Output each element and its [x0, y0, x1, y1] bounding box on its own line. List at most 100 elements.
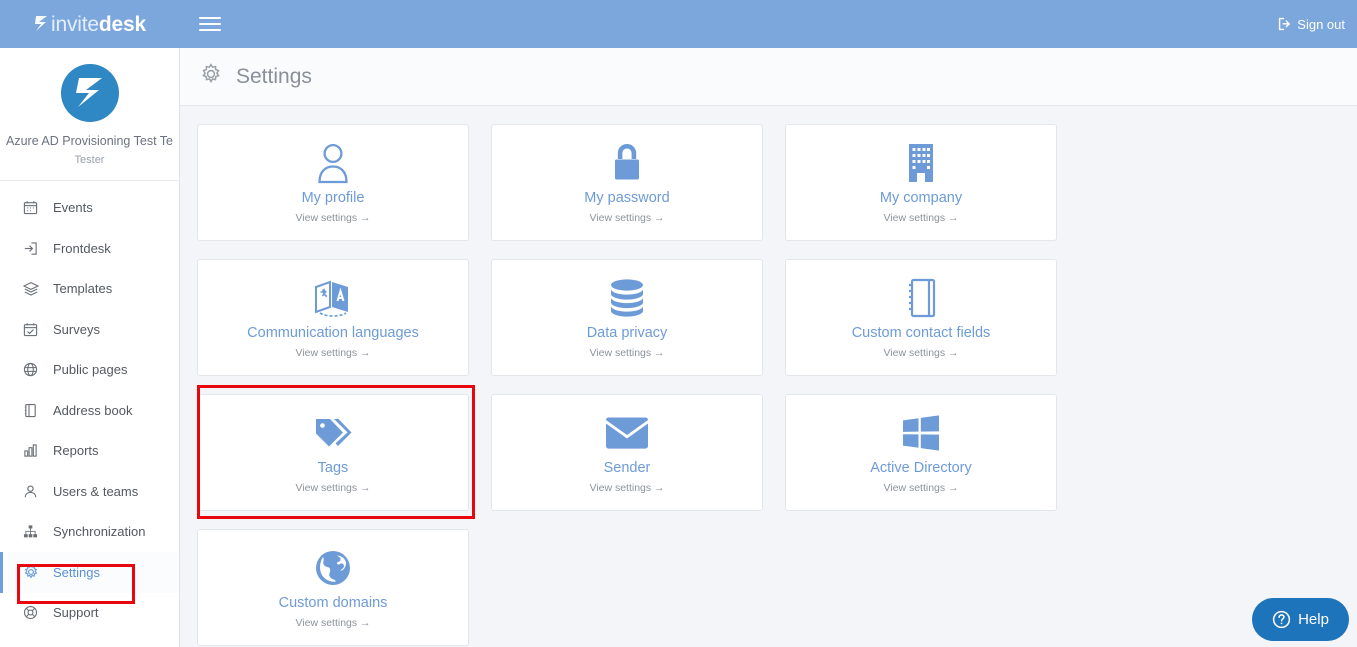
settings-card-subtitle: View settings → [883, 481, 959, 494]
sidebar-nav: Events Frontdesk Templates Surveys Publi… [0, 181, 179, 634]
brand-wordmark-bold: desk [98, 12, 146, 36]
settings-card-tags[interactable]: Tags View settings → [197, 394, 469, 511]
question-circle-icon [1272, 610, 1291, 629]
help-button-label: Help [1298, 611, 1329, 628]
settings-card-subtitle: View settings → [295, 211, 371, 224]
sidebar-item-reports[interactable]: Reports [0, 431, 179, 472]
windows-logo-icon [901, 411, 941, 455]
settings-card-subtitle: View settings → [295, 616, 371, 629]
settings-card-subtitle: View settings → [295, 346, 371, 359]
settings-card-title: Custom domains [278, 595, 388, 612]
sidebar-item-users-teams[interactable]: Users & teams [0, 471, 179, 512]
help-button[interactable]: Help [1252, 598, 1349, 641]
settings-card-title: Communication languages [247, 325, 419, 342]
avatar [60, 64, 119, 122]
sidebar-item-public-pages[interactable]: Public pages [0, 350, 179, 391]
sidebar-item-label: Frontdesk [53, 240, 111, 256]
settings-card-title: Data privacy [586, 325, 668, 342]
sidebar-item-templates[interactable]: Templates [0, 269, 179, 310]
settings-card-title: Custom contact fields [851, 325, 991, 342]
frontdesk-login-icon [22, 240, 39, 257]
settings-card-grid: My profile View settings → My password V… [180, 106, 1357, 646]
users-icon [22, 483, 39, 500]
tags-icon [312, 411, 354, 455]
settings-card-subtitle: View settings → [883, 346, 959, 359]
gear-icon [22, 564, 39, 581]
sidebar-item-label: Settings [53, 564, 100, 580]
calendar-events-icon [22, 199, 39, 216]
sidebar-item-label: Users & teams [53, 483, 139, 499]
sidebar-item-label: Events [53, 200, 93, 216]
settings-card-my-profile[interactable]: My profile View settings → [197, 124, 469, 241]
settings-card-subtitle: View settings → [589, 346, 665, 359]
invitedesk-avatar-icon [75, 78, 102, 107]
address-book-icon [22, 402, 39, 419]
invitedesk-logo-icon [35, 15, 48, 31]
sidebar-item-label: Templates [53, 281, 113, 297]
settings-card-subtitle: View settings → [589, 211, 665, 224]
sidebar-item-label: Address book [53, 402, 133, 418]
settings-card-data-privacy[interactable]: Data privacy View settings → [491, 259, 763, 376]
sidebar-item-label: Public pages [53, 362, 128, 378]
sign-out-button[interactable]: Sign out [1278, 0, 1345, 48]
team-name: Azure AD Provisioning Test Team [6, 134, 173, 148]
life-ring-icon [22, 604, 39, 621]
settings-card-custom-contact-fields[interactable]: Custom contact fields View settings → [785, 259, 1057, 376]
sidebar-item-support[interactable]: Support [0, 593, 179, 634]
settings-card-custom-domains[interactable]: Custom domains View settings → [197, 529, 469, 646]
sidebar-item-address-book[interactable]: Address book [0, 390, 179, 431]
sign-out-label: Sign out [1297, 16, 1345, 32]
hamburger-bar [199, 23, 221, 25]
sidebar-item-surveys[interactable]: Surveys [0, 309, 179, 350]
top-bar: invitedesk Sign out [0, 0, 1357, 48]
hamburger-menu-icon[interactable] [199, 13, 221, 35]
settings-card-title: My password [584, 190, 670, 207]
page-title: Settings [236, 64, 312, 88]
sidebar-item-label: Support [53, 605, 99, 621]
globe-world-icon [313, 546, 353, 590]
sidebar-item-synchronization[interactable]: Synchronization [0, 512, 179, 553]
notebook-icon [905, 276, 937, 320]
settings-card-active-directory[interactable]: Active Directory View settings → [785, 394, 1057, 511]
settings-card-title: My profile [301, 190, 365, 207]
sidebar-item-frontdesk[interactable]: Frontdesk [0, 228, 179, 269]
sidebar-item-events[interactable]: Events [0, 188, 179, 229]
translate-icon [312, 276, 354, 320]
database-icon [606, 276, 648, 320]
user-profile-icon [313, 141, 353, 185]
settings-card-subtitle: View settings → [589, 481, 665, 494]
team-role: Tester [74, 153, 105, 166]
settings-card-my-company[interactable]: My company View settings → [785, 124, 1057, 241]
bar-chart-icon [22, 442, 39, 459]
templates-layers-icon [22, 280, 39, 297]
sidebar-profile-block: Azure AD Provisioning Test Team Tester [0, 48, 179, 181]
sidebar-item-label: Reports [53, 443, 99, 459]
hamburger-bar [199, 29, 221, 31]
settings-card-title: Sender [603, 460, 651, 477]
envelope-icon [604, 411, 650, 455]
sidebar-item-label: Synchronization [53, 524, 146, 540]
app-root: invitedesk Sign out Azure AD Provisionin… [0, 0, 1357, 647]
main-content: Settings My profile View settings → My p… [180, 48, 1357, 647]
sidebar-item-label: Surveys [53, 321, 100, 337]
office-building-icon [905, 141, 937, 185]
sidebar-item-settings[interactable]: Settings [0, 552, 179, 593]
sidebar: Azure AD Provisioning Test Team Tester E… [0, 48, 180, 647]
padlock-icon [610, 141, 644, 185]
settings-card-subtitle: View settings → [883, 211, 959, 224]
hamburger-bar [199, 17, 221, 19]
settings-card-my-password[interactable]: My password View settings → [491, 124, 763, 241]
settings-card-sender[interactable]: Sender View settings → [491, 394, 763, 511]
survey-checklist-icon [22, 321, 39, 338]
sitemap-sync-icon [22, 523, 39, 540]
settings-card-title: My company [879, 190, 963, 207]
page-header: Settings [180, 48, 1357, 106]
gear-icon [200, 63, 222, 90]
sign-out-icon [1279, 17, 1291, 31]
brand-logo[interactable]: invitedesk [0, 0, 180, 48]
globe-icon [22, 361, 39, 378]
brand-wordmark: invitedesk [51, 14, 146, 35]
settings-card-communication-languages[interactable]: Communication languages View settings → [197, 259, 469, 376]
settings-card-title: Tags [317, 460, 349, 477]
settings-card-subtitle: View settings → [295, 481, 371, 494]
